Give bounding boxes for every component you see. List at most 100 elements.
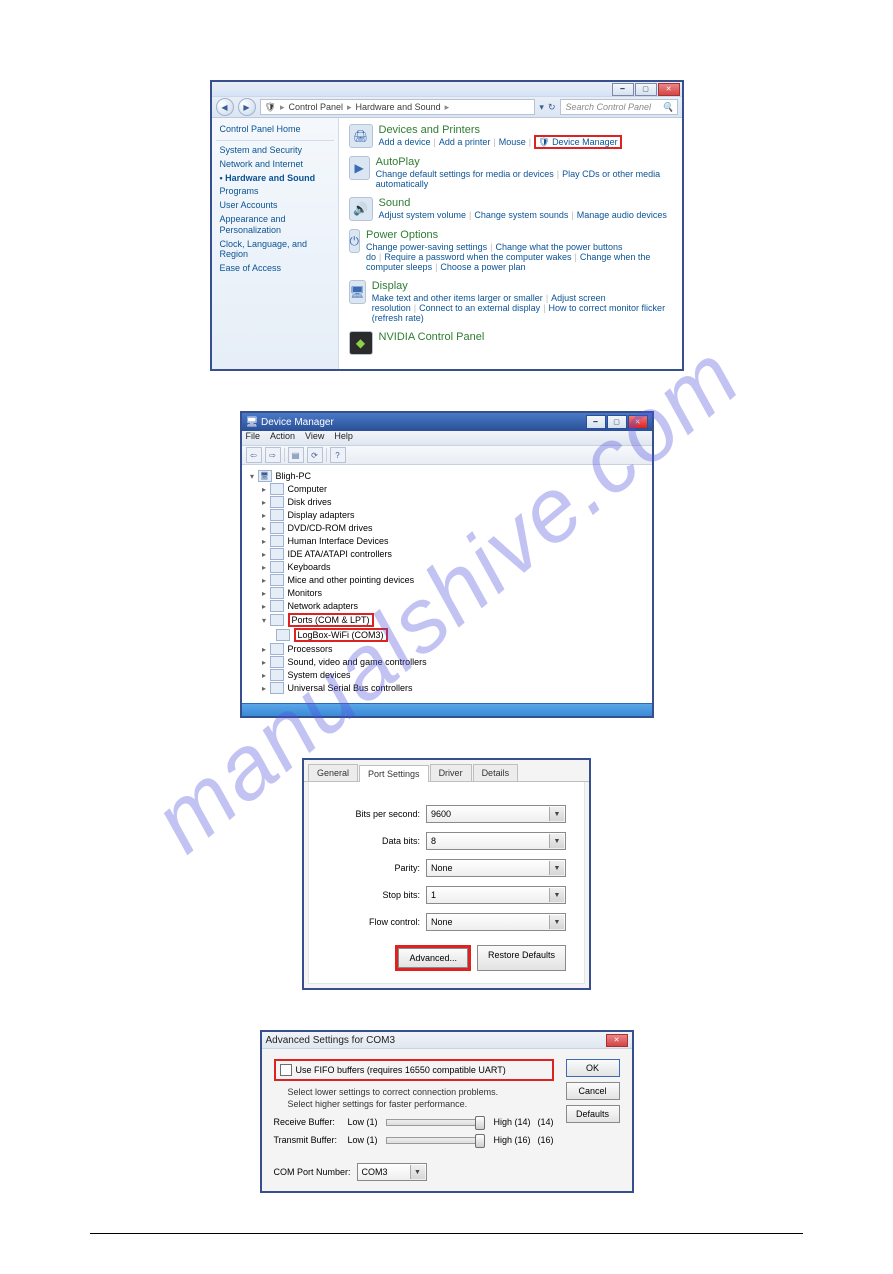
breadcrumb[interactable]: 🛡 ▸ Control Panel ▸ Hardware and Sound ▸: [260, 99, 536, 115]
tree-node[interactable]: ▸Display adapters: [260, 509, 646, 521]
tree-node[interactable]: ▸Mice and other pointing devices: [260, 574, 646, 586]
expand-icon[interactable]: ▸: [260, 658, 269, 667]
breadcrumb-item[interactable]: Hardware and Sound: [356, 102, 441, 112]
ok-button[interactable]: OK: [566, 1059, 620, 1077]
tree-node[interactable]: ▸Sound, video and game controllers: [260, 656, 646, 668]
com-port-combo[interactable]: COM3▼: [357, 1163, 427, 1181]
scan-icon[interactable]: ⟳: [307, 447, 323, 463]
sidebar-item[interactable]: Ease of Access: [220, 263, 330, 274]
expand-icon[interactable]: ▸: [260, 602, 269, 611]
cancel-button[interactable]: Cancel: [566, 1082, 620, 1100]
defaults-button[interactable]: Defaults: [566, 1105, 620, 1123]
tree-node[interactable]: ▸Network adapters: [260, 600, 646, 612]
close-button[interactable]: ✕: [628, 415, 648, 429]
sidebar-item[interactable]: User Accounts: [220, 200, 330, 211]
category-title[interactable]: AutoPlay: [376, 156, 672, 168]
category-link[interactable]: Choose a power plan: [440, 262, 525, 272]
category-link[interactable]: Manage audio devices: [577, 210, 667, 220]
flow-combo[interactable]: None▼: [426, 913, 566, 931]
category-title[interactable]: Power Options: [366, 229, 671, 241]
properties-icon[interactable]: ▤: [288, 447, 304, 463]
category-link[interactable]: Add a device: [379, 137, 431, 147]
tab[interactable]: Details: [473, 764, 519, 781]
category-link[interactable]: Connect to an external display: [419, 303, 540, 313]
category-link[interactable]: Make text and other items larger or smal…: [372, 293, 543, 303]
tree-node[interactable]: ▸Human Interface Devices: [260, 535, 646, 547]
tree-node[interactable]: ▸Processors: [260, 643, 646, 655]
maximize-button[interactable]: ▢: [607, 415, 627, 429]
sidebar-item[interactable]: System and Security: [220, 145, 330, 156]
fifo-checkbox[interactable]: [280, 1064, 292, 1076]
category-link[interactable]: Change power-saving settings: [366, 242, 487, 252]
expand-icon[interactable]: ▸: [260, 589, 269, 598]
tree-node[interactable]: ▸Keyboards: [260, 561, 646, 573]
expand-icon[interactable]: ▸: [260, 684, 269, 693]
stopbits-combo[interactable]: 1▼: [426, 886, 566, 904]
search-input[interactable]: Search Control Panel 🔍: [560, 99, 678, 115]
close-button[interactable]: ✕: [658, 83, 680, 96]
tab[interactable]: General: [308, 764, 358, 781]
breadcrumb-item[interactable]: Control Panel: [288, 102, 343, 112]
menu-item[interactable]: File: [246, 431, 261, 445]
maximize-button[interactable]: ▢: [635, 83, 657, 96]
databits-combo[interactable]: 8▼: [426, 832, 566, 850]
slider-thumb[interactable]: [475, 1116, 485, 1130]
category-link[interactable]: Add a printer: [439, 137, 491, 147]
category-link[interactable]: Change system sounds: [474, 210, 568, 220]
category-title[interactable]: NVIDIA Control Panel: [379, 331, 485, 343]
restore-defaults-button[interactable]: Restore Defaults: [477, 945, 566, 971]
tree-node[interactable]: ▸Monitors: [260, 587, 646, 599]
expand-icon[interactable]: ▸: [260, 645, 269, 654]
bps-combo[interactable]: 9600▼: [426, 805, 566, 823]
collapse-icon[interactable]: ▾: [260, 616, 269, 625]
category-title[interactable]: Display: [372, 280, 672, 292]
tree-node[interactable]: ▸System devices: [260, 669, 646, 681]
sidebar-item[interactable]: Clock, Language, and Region: [220, 239, 330, 261]
device-manager-link[interactable]: Device Manager: [552, 137, 618, 147]
minimize-button[interactable]: ━: [612, 83, 634, 96]
tree-node[interactable]: ▸Computer: [260, 483, 646, 495]
transmit-buffer-slider[interactable]: [386, 1137, 484, 1144]
tab[interactable]: Port Settings: [359, 765, 429, 782]
tree-child-node[interactable]: LogBox-WiFi (COM3): [276, 628, 646, 642]
minimize-button[interactable]: ━: [586, 415, 606, 429]
category-link[interactable]: Mouse: [499, 137, 526, 147]
sidebar-item[interactable]: • Hardware and Sound: [220, 173, 330, 184]
help-icon[interactable]: ?: [330, 447, 346, 463]
expand-icon[interactable]: ▸: [260, 563, 269, 572]
tree-node[interactable]: ▸Disk drives: [260, 496, 646, 508]
tree-node[interactable]: ▸Universal Serial Bus controllers: [260, 682, 646, 694]
back-icon[interactable]: ⇦: [246, 447, 262, 463]
slider-thumb[interactable]: [475, 1134, 485, 1148]
search-go-icon[interactable]: 🔍: [662, 102, 673, 113]
expand-icon[interactable]: ▸: [260, 498, 269, 507]
menu-item[interactable]: View: [305, 431, 324, 445]
expand-icon[interactable]: ▸: [260, 537, 269, 546]
tree-node[interactable]: ▸IDE ATA/ATAPI controllers: [260, 548, 646, 560]
forward-icon[interactable]: ▶: [238, 98, 256, 116]
menu-item[interactable]: Help: [334, 431, 353, 445]
expand-icon[interactable]: ▸: [260, 485, 269, 494]
sidebar-item[interactable]: Network and Internet: [220, 159, 330, 170]
category-link[interactable]: Require a password when the computer wak…: [384, 252, 571, 262]
back-icon[interactable]: ◀: [216, 98, 234, 116]
menu-item[interactable]: Action: [270, 431, 295, 445]
advanced-button[interactable]: Advanced...: [398, 948, 468, 968]
category-link[interactable]: Change default settings for media or dev…: [376, 169, 554, 179]
tab[interactable]: Driver: [430, 764, 472, 781]
expand-icon[interactable]: ▸: [260, 511, 269, 520]
sidebar-item[interactable]: Programs: [220, 186, 330, 197]
tree-node[interactable]: ▸DVD/CD-ROM drives: [260, 522, 646, 534]
expand-icon[interactable]: ▸: [260, 671, 269, 680]
expand-icon[interactable]: ▸: [260, 576, 269, 585]
category-title[interactable]: Sound: [379, 197, 667, 209]
sidebar-item[interactable]: Appearance and Personalization: [220, 214, 330, 236]
expand-icon[interactable]: ▸: [260, 550, 269, 559]
close-button[interactable]: ✕: [606, 1034, 628, 1047]
tree-root[interactable]: ▾🖥 Bligh-PC: [248, 470, 646, 482]
category-link[interactable]: Adjust system volume: [379, 210, 467, 220]
tree-node[interactable]: ▾Ports (COM & LPT): [260, 613, 646, 627]
nav-home[interactable]: Control Panel Home: [220, 124, 330, 134]
forward-icon[interactable]: ⇨: [265, 447, 281, 463]
expand-icon[interactable]: ▸: [260, 524, 269, 533]
